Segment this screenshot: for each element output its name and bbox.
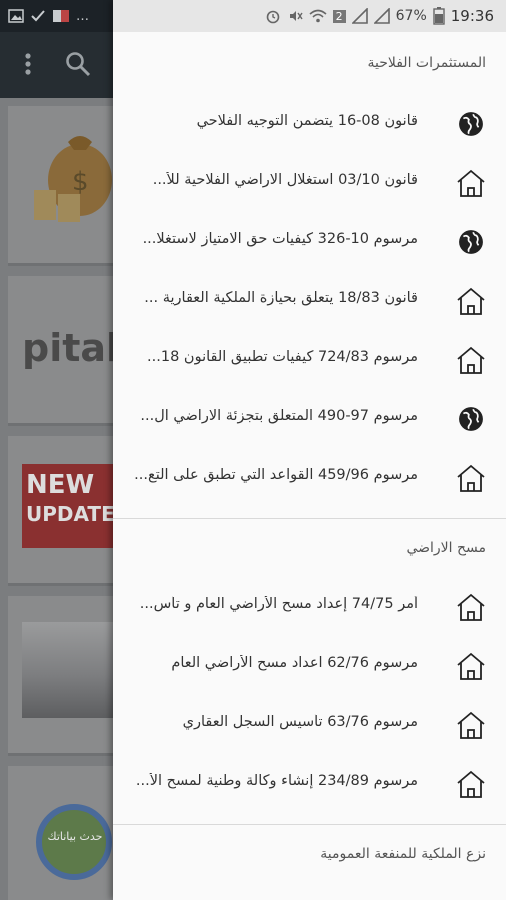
menu-item-law-08-16[interactable]: قانون 08-16 يتضمن التوجيه الفلاحي <box>113 95 506 153</box>
status-bar: 2 67% 19:36 <box>113 0 506 32</box>
menu-item-label: قانون 08-16 يتضمن التوجيه الفلاحي <box>196 113 418 129</box>
menu-item-decree-10-326[interactable]: مرسوم 10-326 كيفيات حق الامتياز لاستغلا.… <box>113 213 506 271</box>
svg-text:$: $ <box>72 167 89 197</box>
menu-item-label: مرسوم 97-490 المتعلق بتجزئة الاراضي ال..… <box>140 408 418 424</box>
menu-item-label: مرسوم 63/76 تأسيس السجل العقاري <box>182 714 418 730</box>
card-news-update: NEW UPDATE <box>8 436 118 586</box>
globe-icon <box>454 404 488 434</box>
news-update-banner: NEW UPDATE <box>22 464 118 548</box>
section-divider <box>113 824 506 825</box>
search-icon <box>66 52 91 77</box>
card-update-data: حدث بياناتك <box>8 766 118 900</box>
menu-item-law-03-10[interactable]: قانون 03/10 استغلال الاراضي الفلاحية للأ… <box>113 154 506 212</box>
more-vert-icon <box>25 53 31 75</box>
menu-item-label: مرسوم 724/83 كيفيات تطبيق القانون 18... <box>147 349 418 365</box>
image-icon <box>8 9 24 23</box>
sim-badge: 2 <box>332 9 346 23</box>
wifi-icon <box>309 9 327 23</box>
check-icon <box>31 10 45 22</box>
menu-item-label: مرسوم 62/76 اعداد مسح الأراضي العام <box>171 655 418 671</box>
menu-item-label: أمر 74/75 إعداد مسح الأراضي العام و تأس.… <box>139 596 418 612</box>
dz-icon <box>53 10 69 22</box>
section-header-agricultural: المستثمرات الفلاحية <box>367 55 486 71</box>
battery-icon <box>433 7 445 25</box>
menu-item-decree-62-76[interactable]: مرسوم 62/76 اعداد مسح الأراضي العام <box>113 637 506 695</box>
globe-icon <box>454 227 488 257</box>
menu-item-label: مرسوم 459/96 القواعد التي تطبق على التع.… <box>134 467 418 483</box>
menu-item-decree-459-96[interactable]: مرسوم 459/96 القواعد التي تطبق على التع.… <box>113 449 506 507</box>
update-data-text: حدث بياناتك <box>47 830 103 843</box>
alarm-icon <box>266 10 279 24</box>
airport-image <box>22 622 118 718</box>
card-airport <box>8 596 118 756</box>
menu-item-decree-724-83[interactable]: مرسوم 724/83 كيفيات تطبيق القانون 18... <box>113 331 506 389</box>
home-icon <box>454 286 488 316</box>
home-icon <box>454 710 488 740</box>
menu-item-label: مرسوم 10-326 كيفيات حق الامتياز لاستغلا.… <box>142 231 418 247</box>
section-divider <box>113 518 506 519</box>
home-icon <box>454 168 488 198</box>
home-icon <box>454 769 488 799</box>
menu-item-label: قانون 18/83 يتعلق بحيازة الملكية العقاري… <box>144 290 418 306</box>
menu-item-label: مرسوم 234/89 إنشاء وكالة وطنية لمسح الأ.… <box>135 773 418 789</box>
home-icon <box>454 463 488 493</box>
signal-icon-2 <box>373 8 390 24</box>
battery-percent: 67% <box>395 8 427 24</box>
update-text: UPDATE <box>26 502 115 526</box>
more-dots: … <box>76 8 89 24</box>
news-text: NEW <box>26 470 95 500</box>
money-bag-icon: $ <box>34 136 112 222</box>
home-icon <box>454 651 488 681</box>
card-capital: pital <box>8 276 118 426</box>
capital-text: pital <box>22 326 118 370</box>
home-icon <box>454 345 488 375</box>
menu-item-decree-234-89[interactable]: مرسوم 234/89 إنشاء وكالة وطنية لمسح الأ.… <box>113 755 506 813</box>
signal-icon <box>351 8 368 24</box>
menu-item-label: قانون 03/10 استغلال الاراضي الفلاحية للأ… <box>152 172 418 188</box>
navigation-drawer: 2 67% 19:36 المستثمرات الفلاحية قانون 08… <box>113 0 506 900</box>
background-article-list: $ pital NEW UPDATE حدث بياناتك <box>0 98 120 900</box>
menu-item-decree-97-490[interactable]: مرسوم 97-490 المتعلق بتجزئة الاراضي ال..… <box>113 390 506 448</box>
card-money-bag: $ <box>8 106 118 266</box>
section-header-land-survey: مسح الاراضي <box>406 540 486 556</box>
menu-item-order-74-75[interactable]: أمر 74/75 إعداد مسح الأراضي العام و تأس.… <box>113 578 506 636</box>
section-header-expropriation: نزع الملكية للمنفعة العمومية <box>320 846 486 862</box>
clock: 19:36 <box>450 7 494 25</box>
menu-item-law-18-83[interactable]: قانون 18/83 يتعلق بحيازة الملكية العقاري… <box>113 272 506 330</box>
menu-item-decree-63-76[interactable]: مرسوم 63/76 تأسيس السجل العقاري <box>113 696 506 754</box>
mute-icon <box>289 11 303 21</box>
home-icon <box>454 592 488 622</box>
globe-icon <box>454 109 488 139</box>
